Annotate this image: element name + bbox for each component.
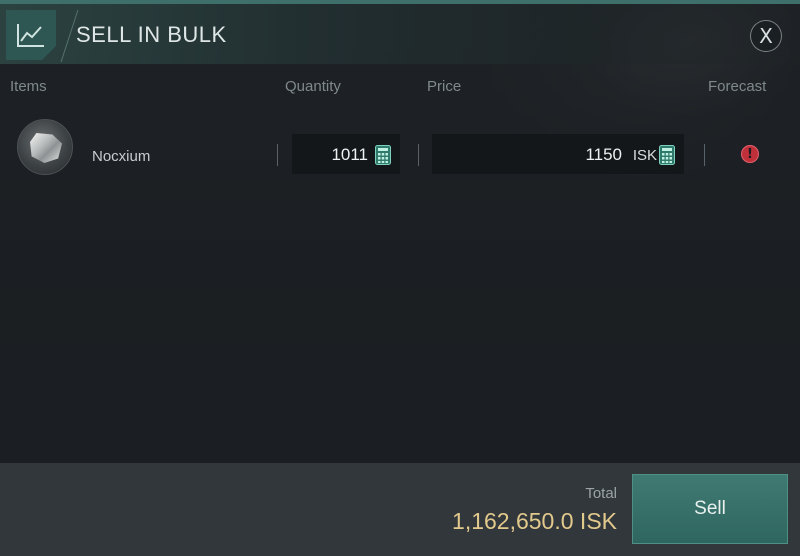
column-header-quantity: Quantity bbox=[285, 78, 341, 95]
nocxium-ore-icon bbox=[17, 119, 73, 175]
sell-button[interactable]: Sell bbox=[632, 474, 788, 544]
quantity-value: 1011 bbox=[331, 145, 368, 164]
table-row: Nocxium 1011 1150 ISK ! bbox=[0, 110, 800, 200]
column-header-items: Items bbox=[10, 78, 47, 95]
column-divider bbox=[704, 144, 705, 166]
total-value: 1,162,650.0 ISK bbox=[452, 508, 617, 534]
calculator-icon[interactable] bbox=[374, 144, 392, 166]
column-divider bbox=[277, 144, 278, 166]
dialog-title: SELL IN BULK bbox=[76, 22, 227, 47]
price-value: 1150 bbox=[585, 145, 622, 164]
quantity-input[interactable]: 1011 bbox=[292, 134, 400, 174]
close-icon: X bbox=[759, 24, 773, 48]
chart-line-icon bbox=[6, 10, 56, 60]
warning-icon[interactable]: ! bbox=[741, 145, 759, 163]
sell-in-bulk-dialog: SELL IN BULK X Items Quantity Price Fore… bbox=[0, 0, 800, 556]
forecast-status: ! bbox=[747, 146, 753, 162]
ore-rock-shape bbox=[30, 133, 62, 163]
close-button[interactable]: X bbox=[750, 20, 782, 52]
dialog-footer: Total 1,162,650.0 ISK Sell bbox=[0, 463, 800, 556]
column-header-forecast: Forecast bbox=[708, 78, 767, 95]
dialog-header: SELL IN BULK X bbox=[0, 0, 800, 64]
column-header-price: Price bbox=[427, 78, 462, 95]
price-unit: ISK bbox=[632, 147, 657, 164]
price-input[interactable]: 1150 ISK bbox=[432, 134, 684, 174]
total-label: Total bbox=[585, 485, 617, 502]
calculator-icon[interactable] bbox=[658, 144, 676, 166]
item-name: Nocxium bbox=[92, 148, 151, 165]
column-divider bbox=[418, 144, 419, 166]
